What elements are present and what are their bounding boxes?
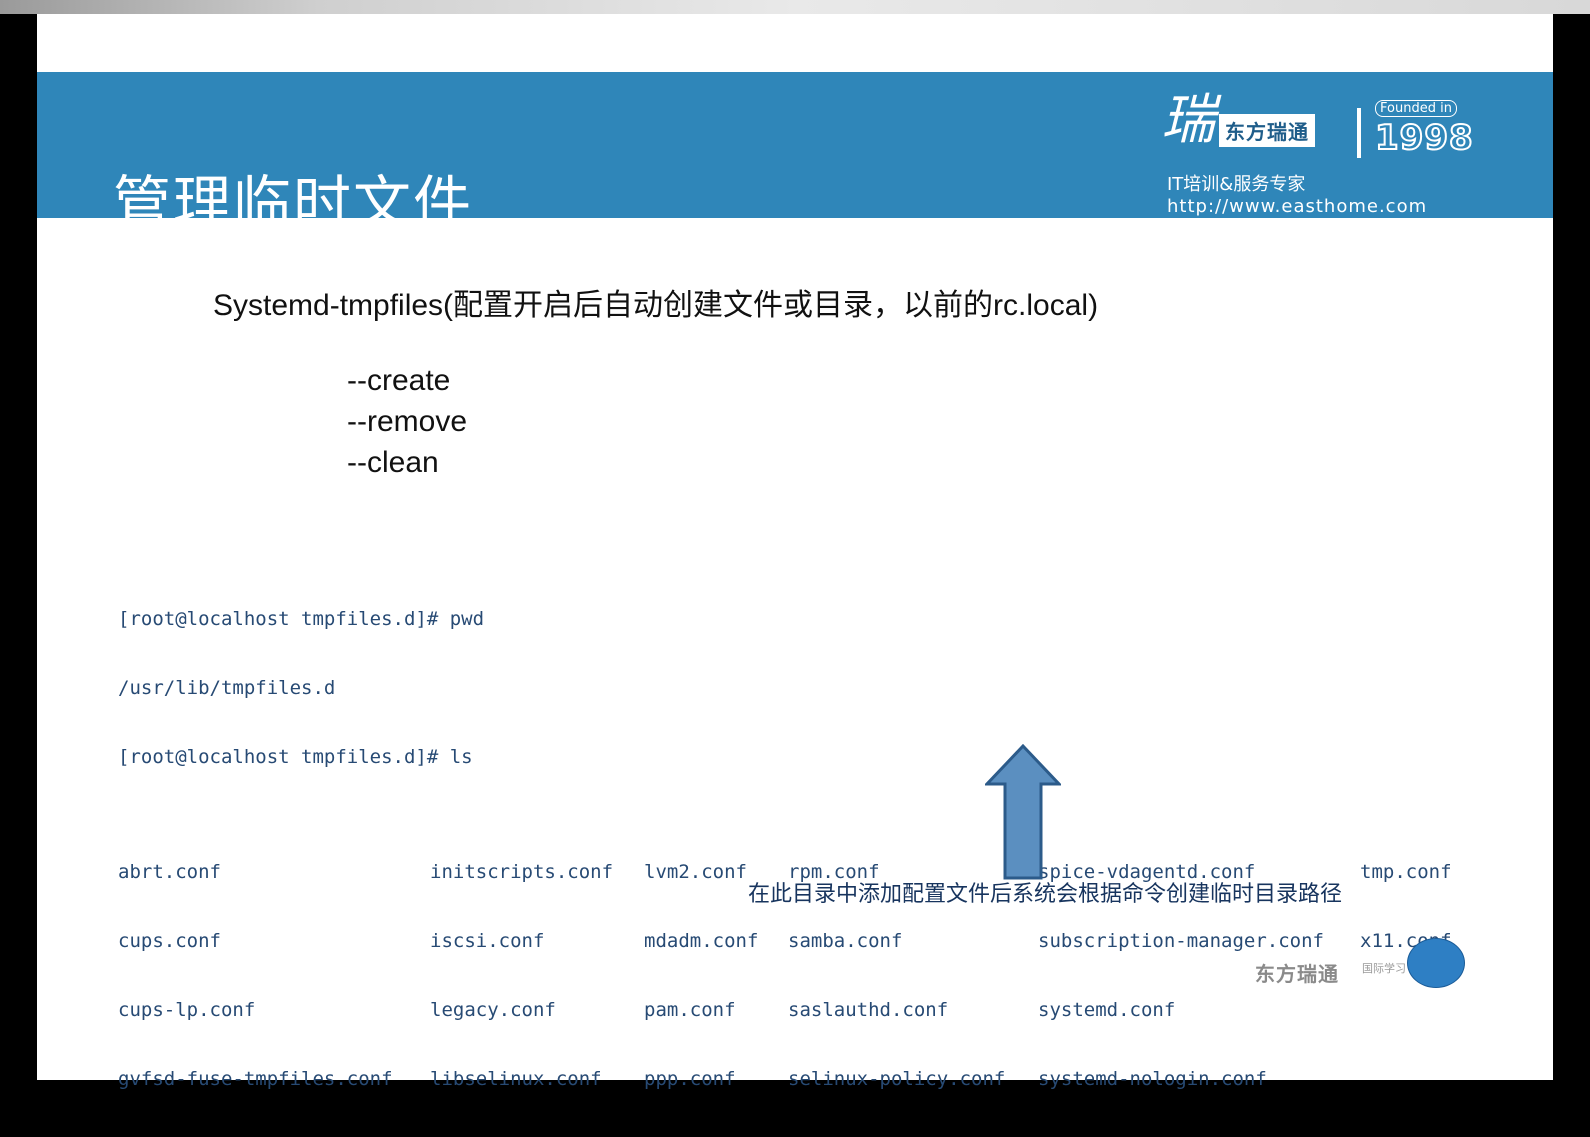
option-clean: --clean: [347, 446, 439, 479]
ls-file: tmp.conf: [1360, 861, 1452, 883]
ls-file: pam.conf: [644, 999, 736, 1021]
ls-file: lvm2.conf: [644, 861, 747, 883]
ls-file: cups-lp.conf: [118, 999, 256, 1021]
logo-founded-label: Founded in: [1375, 100, 1457, 117]
logo-slogan: IT培训&服务专家: [1167, 174, 1306, 195]
option-create: --create: [347, 364, 451, 397]
ls-file: legacy.conf: [430, 999, 556, 1021]
ls-column: lvm2.conf mdadm.conf pam.conf ppp.conf: [644, 815, 758, 1137]
ls-file: mdadm.conf: [644, 930, 759, 952]
logo-calligraphy-icon: 瑞: [1161, 88, 1215, 151]
options-list: --create --remove --clean: [347, 360, 467, 483]
ls-file: samba.conf: [788, 930, 903, 952]
ls-column: abrt.conf cups.conf cups-lp.conf gvfsd-f…: [118, 815, 393, 1137]
slide-title: 管理临时文件: [113, 169, 474, 237]
option-remove: --remove: [347, 405, 468, 438]
ls-file: abrt.conf: [118, 861, 221, 883]
footer-sub: 国际学习: [1362, 962, 1406, 975]
terminal-line: [root@localhost tmpfiles.d]# ls: [118, 746, 473, 768]
footer-logo: 东方瑞通: [1255, 962, 1339, 986]
terminal-line: [root@localhost tmpfiles.d]# pwd: [118, 608, 485, 630]
up-arrow-icon: [985, 744, 1061, 880]
ls-file: cups.conf: [118, 930, 221, 952]
terminal-line: /usr/lib/tmpfiles.d: [118, 677, 336, 699]
headline: Systemd-tmpfiles(配置开启后自动创建文件或目录，以前的rc.lo…: [213, 289, 1099, 322]
logo-url: http://www.easthome.com: [1167, 196, 1428, 217]
globe-icon: [1407, 938, 1465, 988]
right-edge: [1553, 14, 1590, 1080]
ls-file: systemd.conf: [1038, 999, 1176, 1021]
ls-file: subscription-manager.conf: [1038, 930, 1324, 952]
ls-file: iscsi.conf: [430, 930, 545, 952]
ls-column: rpm.conf samba.conf saslauthd.conf selin…: [788, 815, 1005, 1137]
logo-divider: [1357, 108, 1361, 158]
logo-year: 1998: [1374, 117, 1474, 159]
annotation-note: 在此目录中添加配置文件后系统会根据命令创建临时目录路径: [748, 882, 1343, 907]
logo-name: 东方瑞通: [1219, 114, 1315, 147]
ls-file: initscripts.conf: [430, 861, 614, 883]
ls-column: initscripts.conf iscsi.conf legacy.conf …: [430, 815, 613, 1137]
ls-file: saslauthd.conf: [788, 999, 949, 1021]
slide: 管理临时文件 瑞 东方瑞通 Founded in 1998 IT培训&服务专家 …: [37, 14, 1553, 1090]
top-strip: [0, 0, 1590, 14]
company-logo: 瑞 东方瑞通 Founded in 1998 IT培训&服务专家 http://…: [1161, 90, 1541, 220]
